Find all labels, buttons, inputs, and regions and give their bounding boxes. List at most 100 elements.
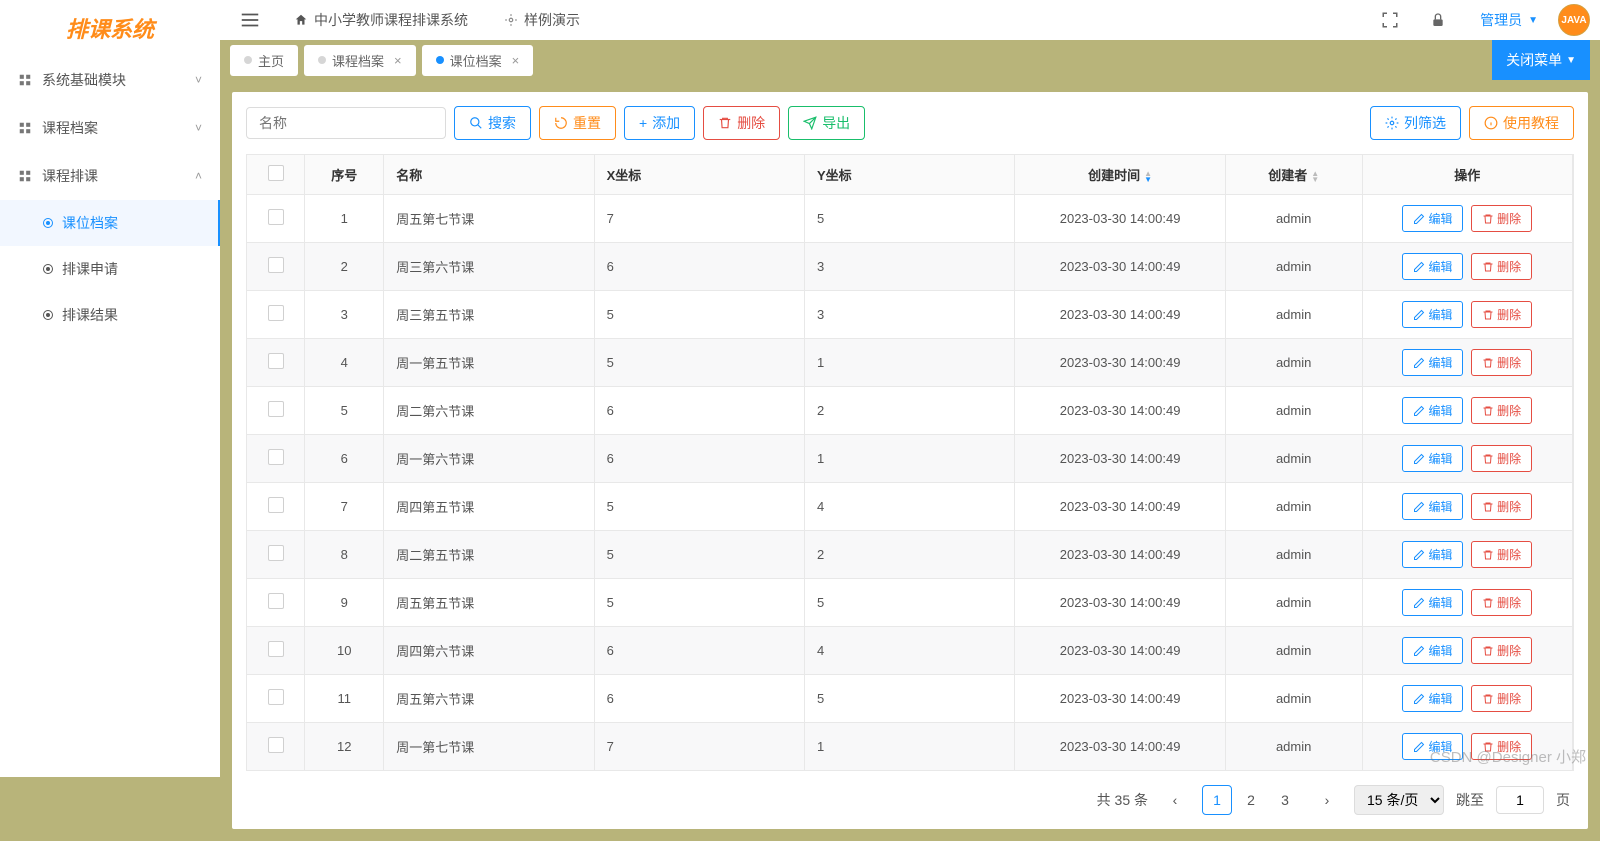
edit-button[interactable]: 编辑 xyxy=(1402,733,1463,760)
menu-group-header[interactable]: 课程档案˅ xyxy=(0,104,220,152)
reset-button[interactable]: 重置 xyxy=(539,106,616,140)
tab-dot-icon xyxy=(244,56,252,64)
cell-creator: admin xyxy=(1225,483,1362,531)
cell-time: 2023-03-30 14:00:49 xyxy=(1015,579,1225,627)
delete-row-button[interactable]: 删除 xyxy=(1471,205,1532,232)
cell-time: 2023-03-30 14:00:49 xyxy=(1015,531,1225,579)
trash-icon xyxy=(1482,357,1494,369)
menu-group-label: 系统基础模块 xyxy=(42,70,126,90)
header-created-time[interactable]: 创建时间▲▼ xyxy=(1015,155,1225,195)
menu-item[interactable]: 课位档案 xyxy=(0,200,220,246)
tutorial-label: 使用教程 xyxy=(1503,113,1559,133)
edit-button[interactable]: 编辑 xyxy=(1402,493,1463,520)
name-search-input[interactable] xyxy=(246,107,446,139)
row-checkbox[interactable] xyxy=(268,305,284,321)
tab[interactable]: 课位档案× xyxy=(422,45,534,76)
trash-icon xyxy=(1482,405,1494,417)
search-button[interactable]: 搜索 xyxy=(454,106,531,140)
edit-button[interactable]: 编辑 xyxy=(1402,445,1463,472)
cell-y: 5 xyxy=(805,675,1015,723)
header-creator[interactable]: 创建者▲▼ xyxy=(1225,155,1362,195)
tab-close-icon[interactable]: × xyxy=(512,53,520,68)
page-button[interactable]: 2 xyxy=(1236,785,1266,815)
delete-row-button[interactable]: 删除 xyxy=(1471,445,1532,472)
lock-button[interactable] xyxy=(1420,2,1456,38)
user-menu[interactable]: 管理员 ▼ xyxy=(1480,10,1538,30)
row-checkbox[interactable] xyxy=(268,353,284,369)
delete-row-button[interactable]: 删除 xyxy=(1471,685,1532,712)
row-checkbox[interactable] xyxy=(268,545,284,561)
edit-button[interactable]: 编辑 xyxy=(1402,349,1463,376)
tab-close-icon[interactable]: × xyxy=(394,53,402,68)
row-checkbox[interactable] xyxy=(268,593,284,609)
cell-ops: 编辑 删除 xyxy=(1362,387,1572,435)
table-scroll[interactable]: 序号 名称 X坐标 Y坐标 创建时间▲▼ 创建者▲▼ 操作 1 周五第七节课 7… xyxy=(247,155,1573,771)
edit-button[interactable]: 编辑 xyxy=(1402,541,1463,568)
export-icon xyxy=(803,116,817,130)
row-checkbox[interactable] xyxy=(268,401,284,417)
cell-x: 5 xyxy=(594,483,804,531)
cell-x: 5 xyxy=(594,339,804,387)
menu-group-header[interactable]: 课程排课˄ xyxy=(0,152,220,200)
menu-toggle-button[interactable] xyxy=(230,0,270,40)
cell-name: 周二第六节课 xyxy=(384,387,594,435)
delete-row-button[interactable]: 删除 xyxy=(1471,541,1532,568)
tutorial-button[interactable]: 使用教程 xyxy=(1469,106,1574,140)
header-x[interactable]: X坐标 xyxy=(594,155,804,195)
menu-group-header[interactable]: 系统基础模块˅ xyxy=(0,56,220,104)
cell-y: 2 xyxy=(805,531,1015,579)
menu-item[interactable]: 排课申请 xyxy=(0,246,220,292)
select-all-checkbox[interactable] xyxy=(268,165,284,181)
close-menu-button[interactable]: 关闭菜单 ▼ xyxy=(1492,40,1590,80)
avatar[interactable]: JAVA xyxy=(1558,4,1590,36)
breadcrumb-home[interactable]: 中小学教师课程排课系统 xyxy=(282,10,480,30)
menu-item-label: 排课结果 xyxy=(62,305,118,325)
cell-creator: admin xyxy=(1225,579,1362,627)
jump-page-input[interactable] xyxy=(1496,786,1544,814)
edit-button[interactable]: 编辑 xyxy=(1402,205,1463,232)
row-checkbox[interactable] xyxy=(268,737,284,753)
edit-icon xyxy=(1413,501,1425,513)
edit-button[interactable]: 编辑 xyxy=(1402,397,1463,424)
delete-row-button[interactable]: 删除 xyxy=(1471,493,1532,520)
menu-item[interactable]: 排课结果 xyxy=(0,292,220,338)
export-button[interactable]: 导出 xyxy=(788,106,865,140)
row-checkbox[interactable] xyxy=(268,257,284,273)
delete-row-button[interactable]: 删除 xyxy=(1471,301,1532,328)
demo-link[interactable]: 样例演示 xyxy=(492,10,592,30)
prev-page-button[interactable]: ‹ xyxy=(1160,785,1190,815)
page-button[interactable]: 1 xyxy=(1202,785,1232,815)
edit-button[interactable]: 编辑 xyxy=(1402,253,1463,280)
row-checkbox[interactable] xyxy=(268,641,284,657)
column-filter-button[interactable]: 列筛选 xyxy=(1370,106,1461,140)
row-checkbox[interactable] xyxy=(268,497,284,513)
delete-row-button[interactable]: 删除 xyxy=(1471,589,1532,616)
header-y[interactable]: Y坐标 xyxy=(805,155,1015,195)
trash-icon xyxy=(1482,549,1494,561)
tab[interactable]: 课程档案× xyxy=(304,45,416,76)
page-size-select[interactable]: 15 条/页 xyxy=(1354,785,1444,815)
edit-button[interactable]: 编辑 xyxy=(1402,685,1463,712)
cell-creator: admin xyxy=(1225,435,1362,483)
fullscreen-button[interactable] xyxy=(1372,2,1408,38)
edit-button[interactable]: 编辑 xyxy=(1402,637,1463,664)
delete-button[interactable]: 删除 xyxy=(703,106,780,140)
tab[interactable]: 主页 xyxy=(230,45,298,76)
caret-down-icon: ▼ xyxy=(1528,15,1538,26)
header-index[interactable]: 序号 xyxy=(305,155,384,195)
row-checkbox[interactable] xyxy=(268,209,284,225)
cell-name: 周三第六节课 xyxy=(384,243,594,291)
edit-button[interactable]: 编辑 xyxy=(1402,589,1463,616)
row-checkbox[interactable] xyxy=(268,449,284,465)
delete-row-button[interactable]: 删除 xyxy=(1471,733,1532,760)
next-page-button[interactable]: › xyxy=(1312,785,1342,815)
edit-button[interactable]: 编辑 xyxy=(1402,301,1463,328)
add-button[interactable]: + 添加 xyxy=(624,106,695,140)
delete-row-button[interactable]: 删除 xyxy=(1471,253,1532,280)
header-name[interactable]: 名称 xyxy=(384,155,594,195)
delete-row-button[interactable]: 删除 xyxy=(1471,349,1532,376)
row-checkbox[interactable] xyxy=(268,689,284,705)
page-button[interactable]: 3 xyxy=(1270,785,1300,815)
delete-row-button[interactable]: 删除 xyxy=(1471,397,1532,424)
delete-row-button[interactable]: 删除 xyxy=(1471,637,1532,664)
